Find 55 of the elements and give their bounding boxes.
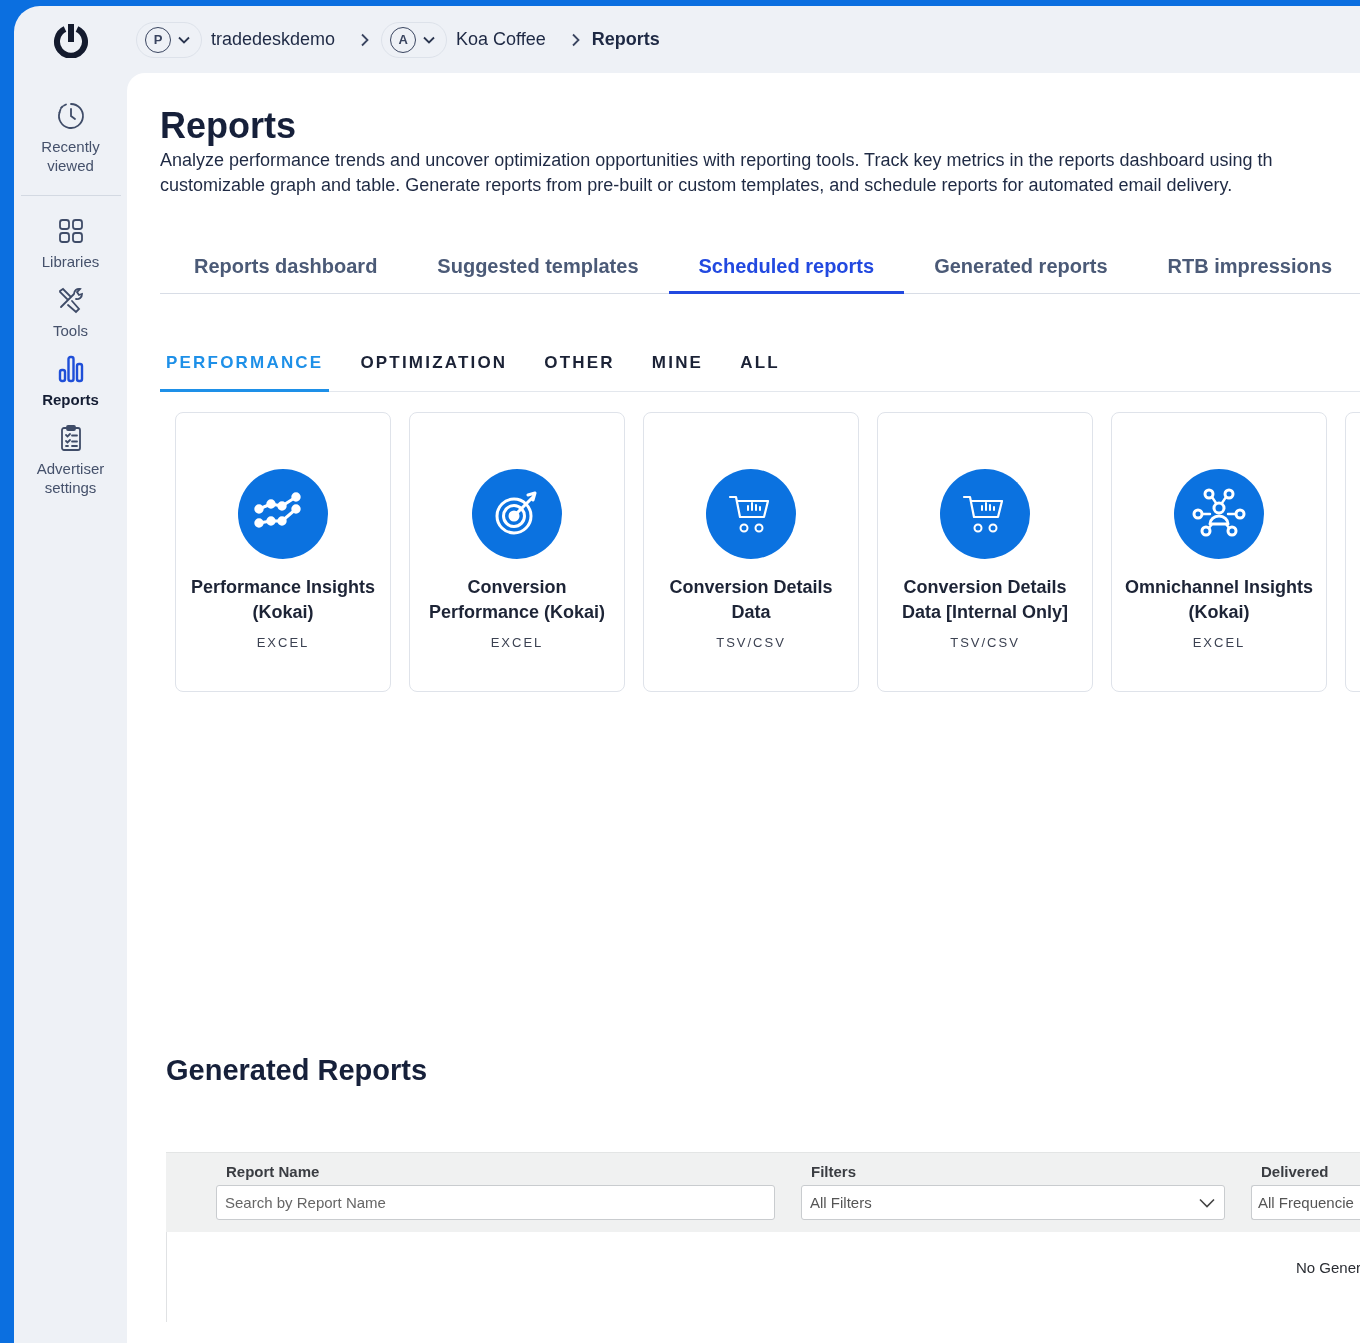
account-picker[interactable]: P xyxy=(136,21,202,58)
template-title: Performance Insights (Kokai) xyxy=(189,576,377,624)
template-card[interactable]: Omnichannel Insights (Kokai) EXCEL xyxy=(1111,412,1327,692)
template-title: Omnichannel Insights (Kokai) xyxy=(1124,576,1314,624)
category-tab[interactable]: OPTIMIZATION xyxy=(354,339,514,392)
tab[interactable]: Scheduled reports xyxy=(668,242,905,294)
chevron-down-icon xyxy=(1198,1196,1216,1209)
breadcrumb-current: Reports xyxy=(591,29,660,50)
category-tab[interactable]: ALL xyxy=(734,339,786,392)
filter-label: Report Name xyxy=(225,1163,321,1180)
page-title: Reports xyxy=(160,104,298,148)
logo-icon[interactable] xyxy=(52,21,89,58)
filter-label: Delivered xyxy=(1260,1163,1330,1180)
tab[interactable]: Reports dashboard xyxy=(160,242,408,294)
frequency-dropdown[interactable]: All Frequencie xyxy=(1251,1185,1360,1220)
template-format: EXCEL xyxy=(490,635,544,650)
page-description: Analyze performance trends and uncover optimization opportunities with reporting tools. Track key metrics in the reports dashboard using th xyxy=(160,149,1274,172)
search-field[interactable]: Search by Report Name xyxy=(216,1185,775,1220)
target-icon xyxy=(472,469,562,559)
template-card[interactable]: Conversion Details Data TSV/CSV xyxy=(643,412,859,692)
template-format: EXCEL xyxy=(256,635,310,650)
category-tab[interactable]: MINE xyxy=(645,339,710,392)
sidebar-item[interactable]: Reports xyxy=(27,354,114,423)
caret-icon xyxy=(177,34,191,45)
tab[interactable]: RTB impressions xyxy=(1137,242,1360,294)
template-format: TSV/CSV xyxy=(716,635,786,650)
sidebar-item[interactable]: Libraries xyxy=(27,216,114,285)
empty-message: No Gener xyxy=(1296,1259,1360,1276)
trend-chart-icon xyxy=(238,469,328,559)
template-card[interactable]: Conversion Performance (Kokai) EXCEL xyxy=(409,412,625,692)
template-title: Conversion Performance (Kokai) xyxy=(427,576,607,624)
template-title: Conversion Details Data xyxy=(668,576,834,624)
filter-dropdown[interactable]: All Filters xyxy=(801,1185,1225,1220)
sidebar-item[interactable]: Recently viewed xyxy=(27,101,114,189)
template-card[interactable]: Performance Insights (Kokai) EXCEL xyxy=(175,412,391,692)
section-title: Generated Reports xyxy=(166,1053,429,1088)
network-icon xyxy=(1174,469,1264,559)
template-card[interactable]: Conversion Details Data [Internal Only] TSV/CSV xyxy=(877,412,1093,692)
template-format: TSV/CSV xyxy=(950,635,1020,650)
tab[interactable]: Suggested templates xyxy=(407,242,669,294)
sidebar-item[interactable]: Tools xyxy=(27,285,114,354)
caret-icon xyxy=(422,34,437,45)
breadcrumb-link[interactable]: tradedeskdemo xyxy=(211,29,336,50)
template-format: EXCEL xyxy=(1192,635,1246,650)
tab[interactable]: Generated reports xyxy=(904,242,1138,294)
category-tab[interactable]: OTHER xyxy=(538,339,621,392)
page-description: customizable graph and table. Generate reports from pre-built or custom templates, and schedule reports for automated email delivery. xyxy=(160,174,1234,197)
shopping-cart-icon xyxy=(706,469,796,559)
filter-label: Filters xyxy=(810,1163,857,1180)
account-picker[interactable]: A xyxy=(381,21,448,58)
breadcrumb-link[interactable]: Koa Coffee xyxy=(456,29,546,50)
shopping-cart-icon xyxy=(940,469,1030,559)
clock-icon xyxy=(55,101,86,131)
template-title: Conversion Details Data [Internal Only] xyxy=(901,576,1069,624)
sidebar-item[interactable]: Advertiser settings xyxy=(27,423,114,511)
